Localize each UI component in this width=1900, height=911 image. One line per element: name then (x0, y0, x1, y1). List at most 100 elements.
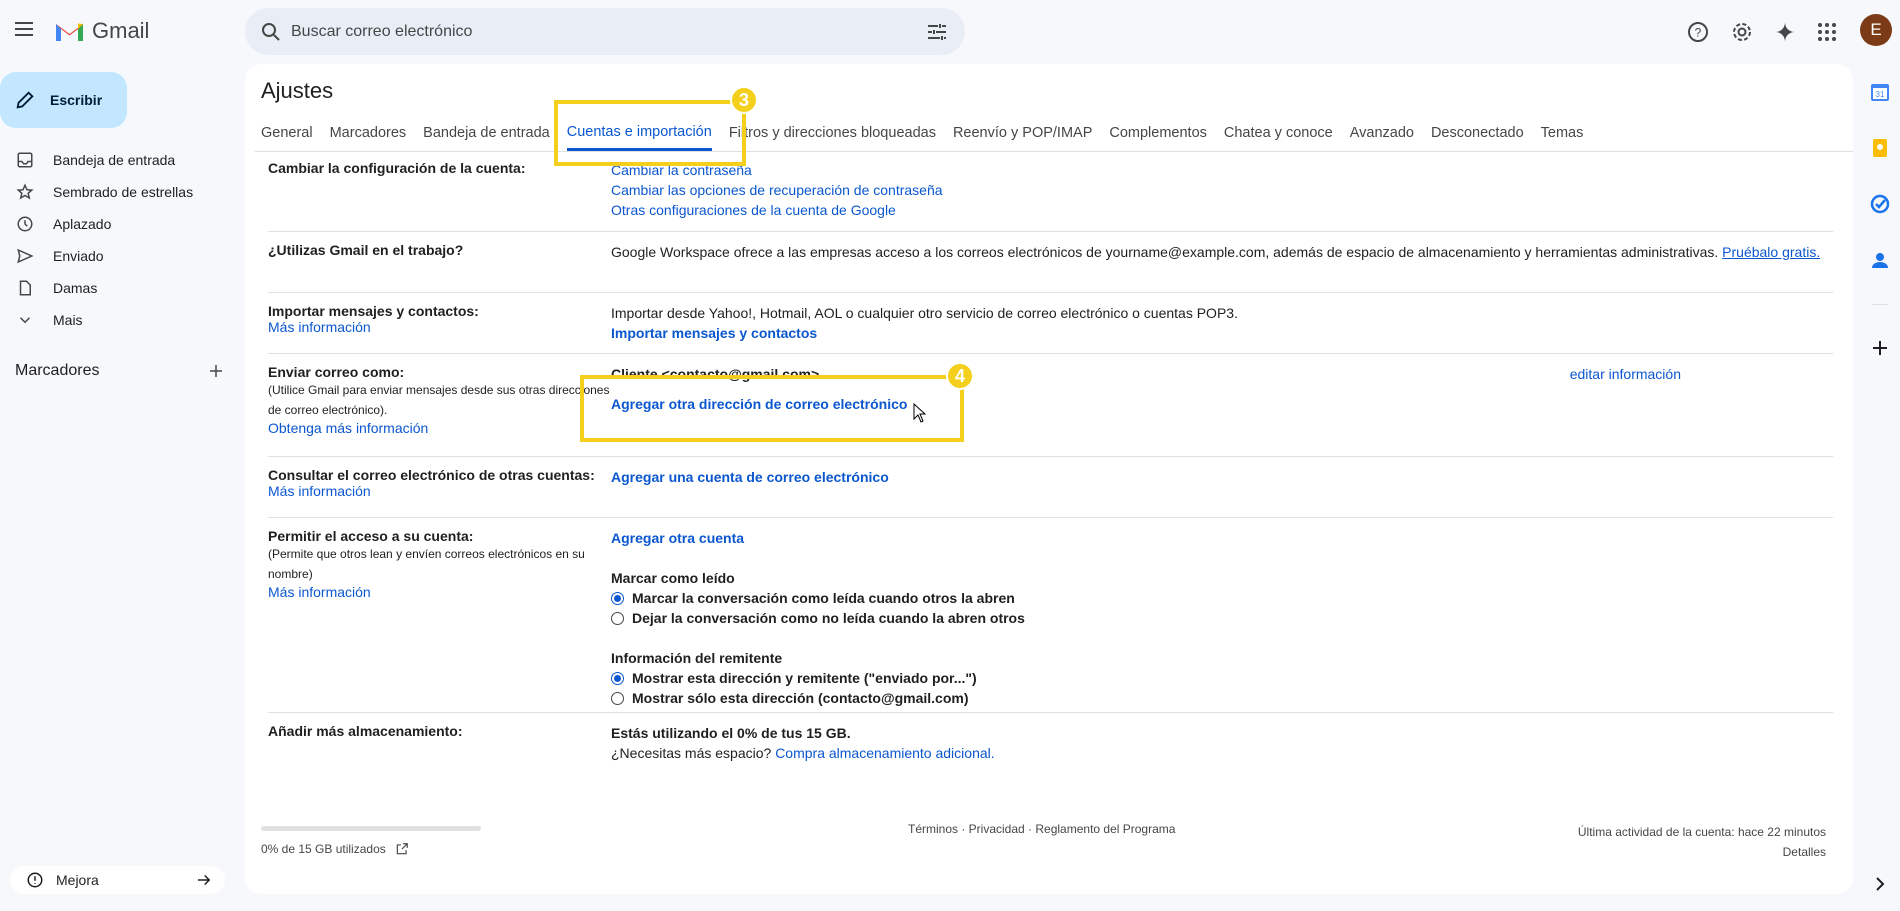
tab-themes[interactable]: Temas (1541, 117, 1584, 149)
tab-chat-meet[interactable]: Chatea y conoce (1224, 117, 1333, 149)
import-text: Importar desde Yahoo!, Hotmail, AOL o cu… (611, 305, 1238, 321)
radio-unselected[interactable] (611, 691, 624, 705)
row-label: ¿Utilizas Gmail en el trabajo? (268, 242, 464, 258)
row-storage: Añadir más almacenamiento: Estás utiliza… (268, 713, 1833, 773)
sender-option-show-sender[interactable]: Mostrar esta dirección y remitente ("env… (611, 668, 1833, 688)
side-panel-divider (1872, 304, 1888, 305)
import-more-info-link[interactable]: Más información (268, 319, 371, 335)
contacts-icon[interactable] (1868, 248, 1892, 272)
grant-access-more-info-link[interactable]: Más información (268, 584, 371, 600)
help-icon[interactable]: ? (1686, 20, 1710, 44)
row-label: Importar mensajes y contactos: (268, 303, 479, 319)
try-free-link[interactable]: Pruébalo gratis. (1722, 244, 1820, 260)
radio-selected[interactable] (611, 671, 624, 685)
edit-info-link[interactable]: editar información (1570, 364, 1681, 384)
send-as-more-info-link[interactable]: Obtenga más información (268, 420, 428, 436)
search-bar[interactable] (245, 8, 965, 55)
row-label: Consultar el correo electrónico de otras… (268, 467, 595, 483)
settings-gear-icon[interactable] (1730, 20, 1754, 44)
row-workspace: ¿Utilizas Gmail en el trabajo? Google Wo… (268, 232, 1833, 293)
tab-forwarding[interactable]: Reenvío y POP/IMAP (953, 117, 1092, 149)
storage-usage-footer-text: 0% de 15 GB utilizados (261, 842, 386, 856)
mouse-cursor-icon (913, 403, 927, 423)
tab-addons[interactable]: Complementos (1109, 117, 1207, 149)
change-recovery-link[interactable]: Cambiar las opciones de recuperación de … (611, 182, 943, 198)
add-label-plus-icon[interactable] (207, 362, 225, 380)
row-label: Enviar correo como: (268, 364, 405, 380)
add-another-account-link[interactable]: Agregar otra cuenta (611, 530, 744, 546)
calendar-icon[interactable]: 31 (1868, 80, 1892, 104)
tab-advanced[interactable]: Avanzado (1350, 117, 1414, 149)
gmail-m-icon (56, 23, 83, 41)
draft-icon (15, 278, 35, 298)
check-mail-more-info-link[interactable]: Más información (268, 483, 371, 499)
keep-icon[interactable] (1868, 136, 1892, 160)
sidebar-item-label: Bandeja de entrada (53, 152, 176, 168)
row-label: Permitir el acceso a su cuenta: (268, 528, 474, 544)
gemini-sparkle-icon[interactable] (1773, 20, 1797, 44)
page-title: Ajustes (261, 78, 334, 103)
settings-rows: Cambiar la configuración de la cuenta: C… (268, 152, 1833, 773)
expand-panel-chevron-icon[interactable] (1868, 872, 1892, 896)
footer-links[interactable]: Términos · Privacidad · Reglamento del P… (908, 822, 1175, 836)
sidebar-item-starred[interactable]: Sembrado de estrellas (0, 176, 245, 208)
sidebar-item-snoozed[interactable]: Aplazado (0, 208, 245, 240)
chevron-down-icon (15, 310, 35, 330)
search-options-icon[interactable] (925, 20, 949, 44)
step-badge-3: 3 (730, 86, 758, 114)
row-grant-access: Permitir el acceso a su cuenta: (Permite… (268, 518, 1833, 713)
storage-usage-text: Estás utilizando el 0% de tus 15 GB. (611, 725, 851, 741)
settings-panel: Ajustes General Marcadores Bandeja de en… (245, 64, 1853, 894)
search-input[interactable] (291, 22, 891, 41)
add-addon-plus-icon[interactable] (1868, 336, 1892, 360)
tab-filters[interactable]: Filtros y direcciones bloqueadas (729, 117, 936, 149)
sidebar-item-drafts[interactable]: Damas (0, 272, 245, 304)
sidebar-item-label: Damas (53, 280, 98, 296)
tab-offline[interactable]: Desconectado (1431, 117, 1524, 149)
radio-unselected[interactable] (611, 611, 624, 625)
tab-general[interactable]: General (261, 117, 313, 149)
sidebar-item-more[interactable]: Mais (0, 304, 245, 336)
storage-question: ¿Necesitas más espacio? (611, 745, 772, 761)
storage-usage-bar (261, 826, 481, 831)
labels-section-header: Marcadores (15, 362, 225, 380)
mark-read-option-read[interactable]: Marcar la conversación como leída cuando… (611, 588, 1833, 608)
compose-label: Escribir (50, 92, 103, 108)
row-import: Importar mensajes y contactos: Más infor… (268, 293, 1833, 354)
settings-tabs: General Marcadores Bandeja de entrada Cu… (261, 114, 1600, 152)
upgrade-button[interactable]: Mejora (10, 866, 225, 894)
mark-read-heading: Marcar como leído (611, 570, 735, 586)
import-mail-contacts-link[interactable]: Importar mensajes y contactos (611, 325, 817, 341)
tab-inbox[interactable]: Bandeja de entrada (423, 117, 550, 149)
row-send-as: Enviar correo como: (Utilice Gmail para … (268, 354, 1833, 457)
last-activity-text: Última actividad de la cuenta: hace 22 m… (1577, 825, 1826, 839)
buy-storage-link[interactable]: Compra almacenamiento adicional. (775, 745, 994, 761)
sidebar-item-label: Sembrado de estrellas (53, 184, 194, 200)
account-avatar[interactable]: E (1860, 14, 1892, 46)
tasks-icon[interactable] (1868, 192, 1892, 216)
open-external-icon[interactable] (395, 842, 409, 856)
sidebar-item-inbox[interactable]: Bandeja de entrada (0, 144, 245, 176)
sidebar-item-label: Aplazado (53, 216, 112, 232)
search-icon[interactable] (259, 20, 283, 44)
sidebar-item-sent[interactable]: Enviado (0, 240, 245, 272)
sender-info-heading: Información del remitente (611, 650, 783, 666)
details-link[interactable]: Detalles (1783, 845, 1826, 859)
tab-labels[interactable]: Marcadores (330, 117, 407, 149)
radio-selected[interactable] (611, 591, 624, 605)
main-menu-icon[interactable] (12, 18, 36, 42)
row-change-account: Cambiar la configuración de la cuenta: C… (268, 152, 1833, 232)
add-mail-account-link[interactable]: Agregar una cuenta de correo electrónico (611, 469, 889, 485)
sender-option-only-address[interactable]: Mostrar sólo esta dirección (contacto@gm… (611, 688, 1833, 708)
gmail-logo[interactable]: Gmail (54, 18, 149, 44)
compose-button[interactable]: Escribir (0, 72, 127, 128)
mark-read-option-unread[interactable]: Dejar la conversación como no leída cuan… (611, 608, 1833, 628)
storage-footer: 0% de 15 GB utilizados (261, 826, 481, 856)
apps-grid-icon[interactable] (1815, 20, 1839, 44)
add-address-highlight-box (580, 375, 964, 442)
radio-label: Marcar la conversación como leída cuando… (632, 590, 1015, 606)
sidebar-item-label: Enviado (53, 248, 104, 264)
sidebar-item-label: Mais (53, 312, 83, 328)
google-account-settings-link[interactable]: Otras configuraciones de la cuenta de Go… (611, 202, 896, 218)
last-activity: Última actividad de la cuenta: hace 22 m… (1578, 822, 1826, 862)
